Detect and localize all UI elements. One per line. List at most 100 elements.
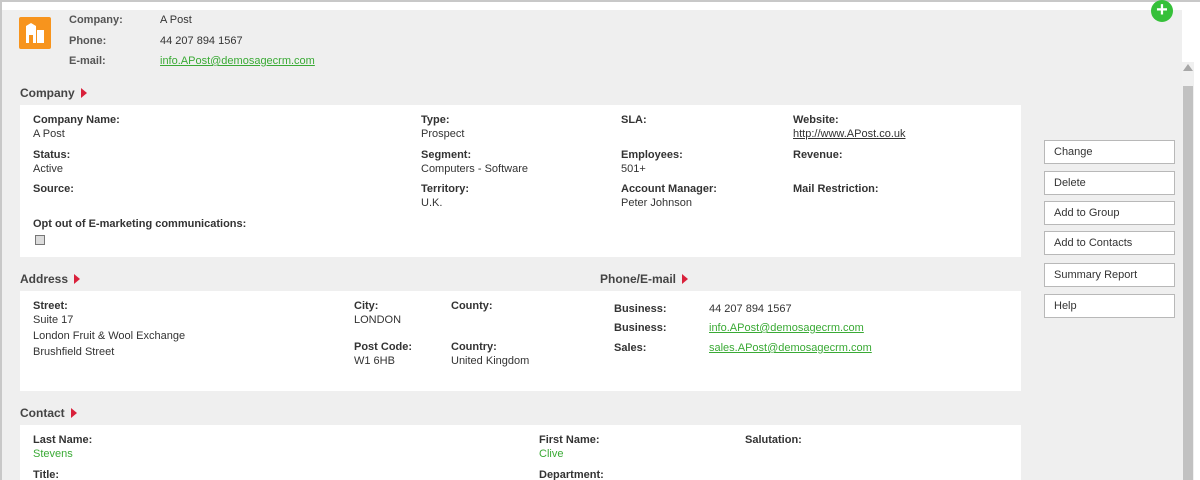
revenue-label: Revenue: xyxy=(793,149,843,161)
company-section-title: Company xyxy=(20,86,75,100)
sales-email-link[interactable]: sales.APost@demosagecrm.com xyxy=(709,342,872,354)
post-code-field: Post Code: W1 6HB xyxy=(354,341,412,368)
street-line-3: Brushfield Street xyxy=(33,346,115,358)
phone-email-section-title: Phone/E-mail xyxy=(600,272,677,286)
address-section-header[interactable]: Address xyxy=(20,272,81,286)
add-to-contacts-button[interactable]: Add to Contacts xyxy=(1044,231,1175,255)
header-email-label: E-mail: xyxy=(69,55,106,67)
salutation-field: Salutation: xyxy=(745,434,802,446)
company-name-field: Company Name: A Post xyxy=(33,114,120,141)
city-label: City: xyxy=(354,300,379,312)
phone-email-type-label: Business: xyxy=(614,303,667,315)
county-label: County: xyxy=(451,300,493,312)
revenue-field: Revenue: xyxy=(793,149,843,161)
contact-panel xyxy=(20,425,1021,480)
header-phone-label: Phone: xyxy=(69,35,107,47)
country-label: Country: xyxy=(451,341,497,353)
source-field: Source: xyxy=(33,183,74,195)
account-manager-label: Account Manager: xyxy=(621,183,717,195)
company-name-value: A Post xyxy=(33,128,65,140)
source-label: Source: xyxy=(33,183,74,195)
title-label: Title: xyxy=(33,469,60,480)
business-email-link[interactable]: info.APost@demosagecrm.com xyxy=(709,322,864,334)
first-name-field: First Name: Clive xyxy=(539,434,600,461)
change-button[interactable]: Change xyxy=(1044,140,1175,164)
header-company-value: A Post xyxy=(160,14,192,26)
street-label: Street: xyxy=(33,300,68,312)
segment-field: Segment: Computers - Software xyxy=(421,149,528,176)
expand-arrow-icon xyxy=(80,88,87,98)
header-phone-value: 44 207 894 1567 xyxy=(160,35,243,47)
scrollbar-thumb[interactable] xyxy=(1183,86,1193,480)
territory-value: U.K. xyxy=(421,197,443,209)
top-strip xyxy=(2,2,1182,10)
status-value: Active xyxy=(33,163,63,175)
country-field: Country: United Kingdom xyxy=(451,341,529,368)
contact-section-title: Contact xyxy=(20,406,65,420)
type-field: Type: Prospect xyxy=(421,114,464,141)
type-label: Type: xyxy=(421,114,450,126)
first-name-value[interactable]: Clive xyxy=(539,447,600,461)
county-field: County: xyxy=(451,300,493,312)
employees-label: Employees: xyxy=(621,149,683,161)
address-section-title: Address xyxy=(20,272,69,286)
contact-section-header[interactable]: Contact xyxy=(20,406,77,420)
city-value: LONDON xyxy=(354,314,402,326)
help-button[interactable]: Help xyxy=(1044,294,1175,318)
employees-value: 501+ xyxy=(621,163,646,175)
city-field: City: LONDON xyxy=(354,300,401,327)
opt-out-field: Opt out of E-marketing communications: xyxy=(33,218,246,245)
street-field: Street: Suite 17 London Fruit & Wool Exc… xyxy=(33,300,185,359)
company-section-header[interactable]: Company xyxy=(20,86,87,100)
department-field: Department: xyxy=(539,469,604,480)
header-email-link[interactable]: info.APost@demosagecrm.com xyxy=(160,55,315,67)
company-logo-icon xyxy=(19,17,51,49)
opt-out-label: Opt out of E-marketing communications: xyxy=(33,218,247,230)
add-new-button[interactable]: + xyxy=(1151,0,1173,22)
phone-email-type-label: Business: xyxy=(614,322,667,334)
type-value: Prospect xyxy=(421,128,465,140)
expand-arrow-icon xyxy=(682,274,689,284)
account-manager-field: Account Manager: Peter Johnson xyxy=(621,183,717,210)
employees-field: Employees: 501+ xyxy=(621,149,683,176)
territory-label: Territory: xyxy=(421,183,470,195)
phone-email-section-header[interactable]: Phone/E-mail xyxy=(600,272,689,286)
business-phone-value: 44 207 894 1567 xyxy=(709,303,792,315)
last-name-field: Last Name: Stevens xyxy=(33,434,92,461)
salutation-label: Salutation: xyxy=(745,434,802,446)
street-line-2: London Fruit & Wool Exchange xyxy=(33,330,186,342)
title-field: Title: xyxy=(33,469,59,480)
company-name-label: Company Name: xyxy=(33,114,120,126)
segment-value: Computers - Software xyxy=(421,163,528,175)
website-label: Website: xyxy=(793,114,839,126)
last-name-value[interactable]: Stevens xyxy=(33,447,92,461)
post-code-value: W1 6HB xyxy=(354,355,395,367)
country-value: United Kingdom xyxy=(451,355,530,367)
sla-label: SLA: xyxy=(621,114,647,126)
street-line-1: Suite 17 xyxy=(33,314,74,326)
territory-field: Territory: U.K. xyxy=(421,183,469,210)
expand-arrow-icon xyxy=(74,274,81,284)
opt-out-checkbox[interactable] xyxy=(35,235,45,245)
summary-report-button[interactable]: Summary Report xyxy=(1044,263,1175,287)
header-company-label: Company: xyxy=(69,14,123,26)
website-field: Website: http://www.APost.co.uk xyxy=(793,114,906,141)
expand-arrow-icon xyxy=(70,408,77,418)
phone-email-list: Business: 44 207 894 1567 Business: info… xyxy=(600,300,1020,380)
account-manager-value: Peter Johnson xyxy=(621,197,692,209)
post-code-label: Post Code: xyxy=(354,341,413,353)
last-name-label: Last Name: xyxy=(33,434,93,446)
department-label: Department: xyxy=(539,469,604,480)
website-link[interactable]: http://www.APost.co.uk xyxy=(793,127,906,141)
mail-restriction-field: Mail Restriction: xyxy=(793,183,879,195)
sla-field: SLA: xyxy=(621,114,647,126)
mail-restriction-label: Mail Restriction: xyxy=(793,183,879,195)
first-name-label: First Name: xyxy=(539,434,600,446)
status-field: Status: Active xyxy=(33,149,70,176)
segment-label: Segment: xyxy=(421,149,472,161)
delete-button[interactable]: Delete xyxy=(1044,171,1175,195)
phone-email-type-label: Sales: xyxy=(614,342,647,354)
scroll-up-icon[interactable] xyxy=(1183,64,1193,71)
status-label: Status: xyxy=(33,149,71,161)
add-to-group-button[interactable]: Add to Group xyxy=(1044,201,1175,225)
